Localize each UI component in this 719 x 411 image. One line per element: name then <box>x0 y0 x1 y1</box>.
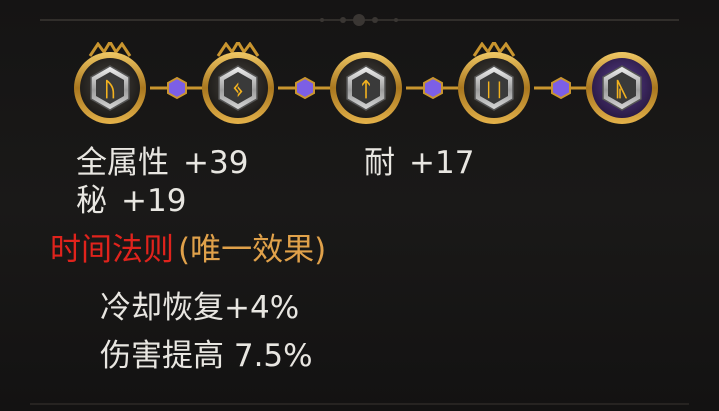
endurance-value: +17 <box>409 145 475 181</box>
rune-glyph: ᚣ <box>616 77 628 101</box>
attribute-stats: 全属性 +39 耐 +17 秘 +19 <box>76 144 474 220</box>
effect-tag: (唯一效果) <box>178 232 327 268</box>
link-connector <box>534 76 588 100</box>
rune-socket-2[interactable]: ᛃ <box>202 42 274 124</box>
effect-line: 伤害提高 7.5% <box>100 338 313 374</box>
rune-glyph: ᛁᛁ <box>483 80 505 101</box>
unique-effect-lines: 冷却恢复+4% 伤害提高 7.5% <box>100 284 313 380</box>
top-ornament <box>40 14 679 26</box>
stat-row: 全属性 +39 耐 +17 <box>76 144 474 182</box>
link-connector <box>150 76 204 100</box>
rune-socket-5[interactable]: ᚣ <box>586 52 658 124</box>
bottom-ornament <box>30 403 689 405</box>
link-connector <box>278 76 332 100</box>
rune-socket-4[interactable]: ᛁᛁ <box>458 42 530 124</box>
effect-name: 时间法则 <box>50 232 174 268</box>
rune-glyph: ᛃ <box>232 77 244 101</box>
effect-line: 冷却恢复+4% <box>100 290 300 326</box>
rune-socket-chain: ᚢ ᛃ ᛏ ᛁᛁ ᚣ <box>74 42 658 124</box>
rune-glyph: ᚢ <box>104 77 116 101</box>
rune-glyph: ᛏ <box>360 77 372 101</box>
unique-effect-title: 时间法则 (唯一效果) <box>50 230 326 270</box>
rune-socket-1[interactable]: ᚢ <box>74 42 146 124</box>
rune-socket-3[interactable]: ᛏ <box>330 52 402 124</box>
stat-row: 秘 +19 <box>76 182 248 220</box>
all-attributes-value: +39 <box>183 145 249 181</box>
runeword-tooltip: ᚢ ᛃ ᛏ ᛁᛁ ᚣ 全属性 +39 耐 +17 秘 +19 时间法则 (唯一效… <box>0 0 719 411</box>
arcane-label: 秘 <box>76 183 107 219</box>
all-attributes-label: 全属性 <box>76 145 169 181</box>
arcane-value: +19 <box>121 183 187 219</box>
endurance-stat: 耐 +17 <box>364 144 474 182</box>
link-connector <box>406 76 460 100</box>
endurance-label: 耐 <box>364 145 395 181</box>
